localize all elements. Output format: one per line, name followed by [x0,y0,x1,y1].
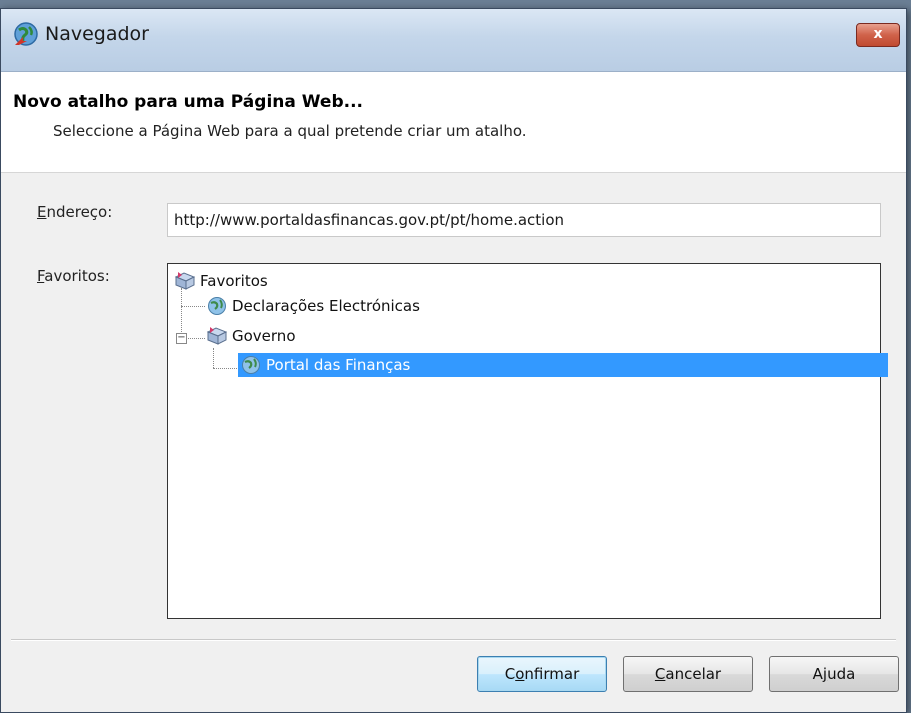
close-button[interactable]: x [856,23,900,47]
confirm-button[interactable]: Confirmar [477,656,607,692]
navegador-dialog: Navegador x Novo atalho para uma Página … [0,8,907,713]
favorites-tree[interactable]: Favoritos Declarações Electrónicas − Gov… [167,263,888,619]
help-button[interactable]: Ajuda [769,656,899,692]
collapse-expander[interactable]: − [176,333,187,344]
address-input[interactable]: http://www.portaldasfinancas.gov.pt/pt/h… [167,203,881,237]
dialog-header: Novo atalho para uma Página Web... Selec… [1,72,906,173]
tree-connector [181,306,205,307]
title-bar[interactable]: Navegador x [1,9,906,72]
address-label: Endereço: [37,203,113,221]
header-subtitle: Seleccione a Página Web para a qual pret… [53,122,527,140]
globe-shortcut-icon [14,22,38,46]
header-title: Novo atalho para uma Página Web... [13,92,363,112]
globe-icon [208,297,226,315]
cancel-button[interactable]: Cancelar [623,656,753,692]
tree-item-label: Governo [232,327,296,345]
favorites-folder-icon [206,327,228,345]
button-separator [11,639,896,641]
tree-item-label: Declarações Electrónicas [232,297,420,315]
tree-item-label: Portal das Finanças [266,356,411,374]
tree-connector [213,368,237,369]
tree-connector [213,348,214,368]
tree-item-label: Favoritos [200,272,268,290]
favorites-label: Favoritos: [37,267,110,285]
favorites-folder-icon [174,272,196,290]
tree-connector [186,338,205,339]
globe-icon [242,356,260,374]
window-title: Navegador [45,23,149,45]
